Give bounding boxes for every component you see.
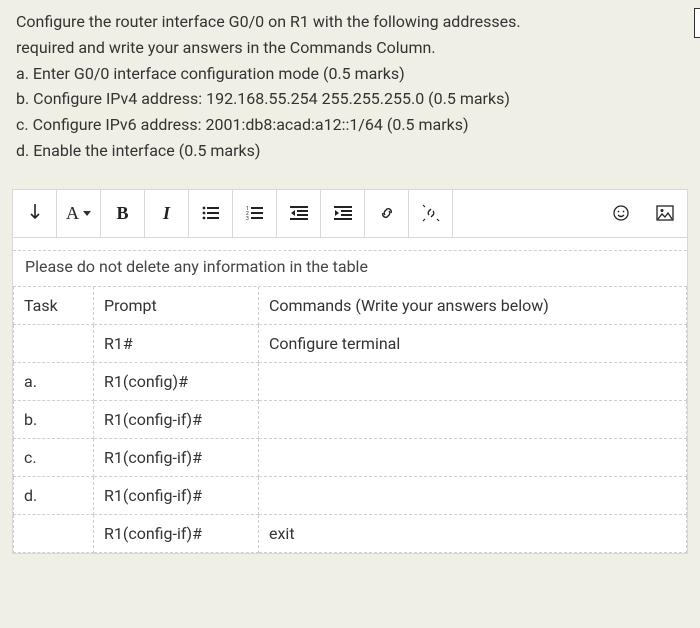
image-icon xyxy=(656,205,674,221)
table-row: c. R1(config-if)# xyxy=(14,438,687,476)
answer-table: Task Prompt Commands (Write your answers… xyxy=(13,287,687,553)
table-notice: Please do not delete any information in … xyxy=(13,250,687,287)
question-line: Configure the router interface G0/0 on R… xyxy=(16,10,684,35)
emoji-button[interactable] xyxy=(599,190,643,237)
cell-task[interactable] xyxy=(14,324,94,362)
table-row: R1# Configure terminal xyxy=(14,324,687,362)
editor-toolbar: A B I 1 2 3 xyxy=(13,190,687,238)
ordered-list-button[interactable]: 1 2 3 xyxy=(233,190,277,237)
outdent-button[interactable] xyxy=(277,190,321,237)
cell-prompt[interactable]: R1(config-if)# xyxy=(94,400,259,438)
question-text: Configure the router interface G0/0 on R… xyxy=(0,0,700,189)
text-direction-icon xyxy=(27,204,43,222)
header-commands: Commands (Write your answers below) xyxy=(259,287,687,325)
cell-cmd[interactable] xyxy=(259,438,687,476)
smile-icon xyxy=(612,204,630,222)
toolbar-spacer xyxy=(453,190,599,237)
header-task: Task xyxy=(14,287,94,325)
indent-button[interactable] xyxy=(321,190,365,237)
cell-prompt[interactable]: R1(config)# xyxy=(94,362,259,400)
question-item-c: c. Configure IPv6 address: 2001:db8:acad… xyxy=(16,113,684,138)
outdent-icon xyxy=(290,206,308,220)
unordered-list-button[interactable] xyxy=(189,190,233,237)
cell-task[interactable] xyxy=(14,514,94,552)
cell-cmd[interactable] xyxy=(259,400,687,438)
cell-task[interactable]: c. xyxy=(14,438,94,476)
bullet-list-icon xyxy=(202,206,220,220)
italic-label: I xyxy=(163,203,170,224)
link-icon xyxy=(378,204,396,222)
header-prompt: Prompt xyxy=(94,287,259,325)
cell-task[interactable]: a. xyxy=(14,362,94,400)
cell-prompt[interactable]: R1(config-if)# xyxy=(94,438,259,476)
indent-icon xyxy=(334,206,352,220)
number-list-icon: 1 2 3 xyxy=(246,206,264,220)
cell-prompt[interactable]: R1(config-if)# xyxy=(94,476,259,514)
editor-body[interactable]: Please do not delete any information in … xyxy=(13,238,687,553)
cell-cmd[interactable]: Configure terminal xyxy=(259,324,687,362)
cell-prompt[interactable]: R1# xyxy=(94,324,259,362)
font-label: A xyxy=(66,203,79,224)
question-item-b: b. Configure IPv4 address: 192.168.55.25… xyxy=(16,87,684,112)
chevron-down-icon xyxy=(83,211,91,216)
svg-text:3: 3 xyxy=(246,216,249,220)
question-item-d: d. Enable the interface (0.5 marks) xyxy=(16,139,684,164)
font-button[interactable]: A xyxy=(57,190,101,237)
unlink-button[interactable] xyxy=(409,190,453,237)
cell-cmd[interactable]: exit xyxy=(259,514,687,552)
cell-prompt[interactable]: R1(config-if)# xyxy=(94,514,259,552)
italic-button[interactable]: I xyxy=(145,190,189,237)
bold-label: B xyxy=(116,203,128,224)
cell-task[interactable]: b. xyxy=(14,400,94,438)
question-line: required and write your answers in the C… xyxy=(16,36,684,61)
question-item-a: a. Enter G0/0 interface configuration mo… xyxy=(16,62,684,87)
rich-text-editor: A B I 1 2 3 xyxy=(12,189,688,554)
cell-cmd[interactable] xyxy=(259,476,687,514)
cell-task[interactable]: d. xyxy=(14,476,94,514)
unlink-icon xyxy=(422,204,440,222)
image-button[interactable] xyxy=(643,190,687,237)
table-row: b. R1(config-if)# xyxy=(14,400,687,438)
text-direction-button[interactable] xyxy=(13,190,57,237)
cell-cmd[interactable] xyxy=(259,362,687,400)
table-header-row: Task Prompt Commands (Write your answers… xyxy=(14,287,687,325)
table-row: a. R1(config)# xyxy=(14,362,687,400)
bold-button[interactable]: B xyxy=(101,190,145,237)
link-button[interactable] xyxy=(365,190,409,237)
table-row: d. R1(config-if)# xyxy=(14,476,687,514)
adjacent-panel-fragment xyxy=(694,8,700,38)
table-row: R1(config-if)# exit xyxy=(14,514,687,552)
